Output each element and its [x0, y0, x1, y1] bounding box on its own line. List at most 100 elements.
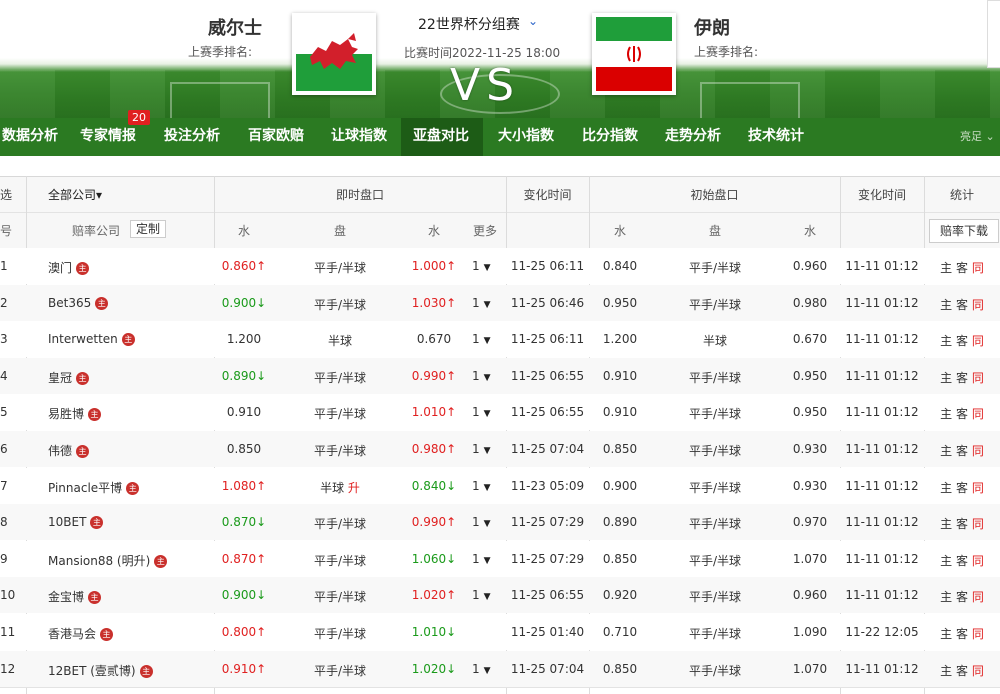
company-name[interactable]: Mansion88 (明升): [48, 554, 150, 568]
company-badge-icon[interactable]: 主: [126, 481, 140, 495]
nav-item-trend[interactable]: 走势分析: [661, 118, 725, 156]
more-dropdown-icon[interactable]: ▼: [484, 446, 491, 456]
company-badge-icon[interactable]: 主: [154, 554, 168, 568]
company-name[interactable]: 易胜博: [48, 407, 84, 421]
home-team-name[interactable]: 威尔士: [208, 14, 262, 40]
company-cell[interactable]: Pinnacle平博主: [48, 479, 140, 496]
more-cell[interactable]: 1 ▼: [472, 588, 502, 602]
more-count[interactable]: 1: [472, 515, 480, 529]
more-count[interactable]: 1: [472, 369, 480, 383]
stat-home-link[interactable]: 主: [940, 407, 952, 421]
stat-away-link[interactable]: 客: [956, 627, 968, 641]
company-name[interactable]: 皇冠: [48, 371, 72, 385]
odds-download-button[interactable]: 赔率下载: [929, 219, 999, 243]
stat-away-link[interactable]: 客: [956, 298, 968, 312]
league-chevron-icon[interactable]: ⌄: [528, 14, 538, 28]
stat-same-link[interactable]: 同: [972, 334, 984, 348]
company-cell[interactable]: 澳门主: [48, 259, 90, 276]
stat-away-link[interactable]: 客: [956, 444, 968, 458]
company-badge-icon[interactable]: 主: [121, 333, 135, 347]
stat-home-link[interactable]: 主: [940, 334, 952, 348]
nav-item-euro-odds[interactable]: 百家欧赔: [244, 118, 308, 156]
stat-home-link[interactable]: 主: [940, 261, 952, 275]
company-cell[interactable]: 12BET (壹贰博) 主: [48, 662, 153, 679]
stats-cell[interactable]: 主 客 同: [924, 442, 1000, 459]
more-count[interactable]: 1: [472, 259, 480, 273]
stats-cell[interactable]: 主 客 同: [924, 296, 1000, 313]
company-name[interactable]: Pinnacle平博: [48, 481, 122, 495]
more-dropdown-icon[interactable]: ▼: [484, 336, 491, 346]
stats-cell[interactable]: 主 客 同: [924, 552, 1000, 569]
nav-more-toggle[interactable]: 亮足 ⌄: [960, 128, 995, 144]
stat-home-link[interactable]: 主: [940, 481, 952, 495]
away-team-name[interactable]: 伊朗: [694, 14, 730, 40]
more-count[interactable]: 1: [472, 479, 480, 493]
stat-same-link[interactable]: 同: [972, 517, 984, 531]
more-count[interactable]: 1: [472, 662, 480, 676]
stats-cell[interactable]: 主 客 同: [924, 515, 1000, 532]
stat-same-link[interactable]: 同: [972, 481, 984, 495]
stats-cell[interactable]: 主 客 同: [924, 662, 1000, 679]
company-badge-icon[interactable]: 主: [76, 371, 90, 385]
league-name[interactable]: 22世界杯分组赛: [418, 14, 520, 34]
more-count[interactable]: 1: [472, 552, 480, 566]
company-name[interactable]: Bet365: [48, 296, 91, 310]
company-badge-icon[interactable]: 主: [90, 516, 104, 530]
stat-same-link[interactable]: 同: [972, 371, 984, 385]
more-cell[interactable]: 1 ▼: [472, 259, 502, 273]
nav-item-data-analysis[interactable]: 数据分析: [0, 118, 62, 156]
company-badge-icon[interactable]: 主: [95, 296, 109, 310]
all-companies-dropdown[interactable]: 全部公司▾: [48, 186, 102, 203]
company-badge-icon[interactable]: 主: [88, 591, 102, 605]
more-cell[interactable]: 1 ▼: [472, 479, 502, 493]
stat-home-link[interactable]: 主: [940, 371, 952, 385]
stat-home-link[interactable]: 主: [940, 627, 952, 641]
more-cell[interactable]: 1 ▼: [472, 332, 502, 346]
more-count[interactable]: 1: [472, 442, 480, 456]
company-badge-icon[interactable]: 主: [88, 408, 102, 422]
stats-cell[interactable]: 主 客 同: [924, 479, 1000, 496]
more-dropdown-icon[interactable]: ▼: [484, 519, 491, 529]
stat-same-link[interactable]: 同: [972, 407, 984, 421]
stat-away-link[interactable]: 客: [956, 554, 968, 568]
company-cell[interactable]: Bet365 主: [48, 296, 109, 310]
stat-away-link[interactable]: 客: [956, 407, 968, 421]
more-dropdown-icon[interactable]: ▼: [484, 592, 491, 602]
company-cell[interactable]: 金宝博主: [48, 588, 102, 605]
more-count[interactable]: 1: [472, 405, 480, 419]
more-dropdown-icon[interactable]: ▼: [484, 263, 491, 273]
company-badge-icon[interactable]: 主: [100, 628, 114, 641]
more-cell[interactable]: 1 ▼: [472, 296, 502, 310]
stat-away-link[interactable]: 客: [956, 261, 968, 275]
stat-away-link[interactable]: 客: [956, 664, 968, 678]
stat-same-link[interactable]: 同: [972, 590, 984, 604]
more-dropdown-icon[interactable]: ▼: [484, 556, 491, 566]
more-dropdown-icon[interactable]: ▼: [484, 300, 491, 310]
stat-same-link[interactable]: 同: [972, 664, 984, 678]
company-cell[interactable]: 易胜博主: [48, 405, 102, 422]
stat-same-link[interactable]: 同: [972, 298, 984, 312]
company-cell[interactable]: Mansion88 (明升) 主: [48, 552, 168, 569]
stat-home-link[interactable]: 主: [940, 517, 952, 531]
company-name[interactable]: 12BET (壹贰博): [48, 664, 136, 678]
stat-home-link[interactable]: 主: [940, 664, 952, 678]
stat-home-link[interactable]: 主: [940, 298, 952, 312]
more-count[interactable]: 1: [472, 588, 480, 602]
stats-cell[interactable]: 主 客 同: [924, 405, 1000, 422]
stat-home-link[interactable]: 主: [940, 444, 952, 458]
company-name[interactable]: 香港马会: [48, 627, 96, 641]
stat-same-link[interactable]: 同: [972, 444, 984, 458]
company-name[interactable]: 伟德: [48, 444, 72, 458]
home-team-flag[interactable]: [292, 13, 376, 95]
nav-item-tech-stats[interactable]: 技术统计: [744, 118, 808, 156]
stat-same-link[interactable]: 同: [972, 627, 984, 641]
stat-away-link[interactable]: 客: [956, 371, 968, 385]
stats-cell[interactable]: 主 客 同: [924, 369, 1000, 386]
more-cell[interactable]: 1 ▼: [472, 442, 502, 456]
company-cell[interactable]: Interwetten 主: [48, 332, 135, 347]
company-cell[interactable]: 伟德主: [48, 442, 90, 459]
more-dropdown-icon[interactable]: ▼: [484, 666, 491, 676]
nav-item-handicap[interactable]: 让球指数: [327, 118, 391, 156]
stats-cell[interactable]: 主 客 同: [924, 259, 1000, 276]
more-count[interactable]: 1: [472, 296, 480, 310]
